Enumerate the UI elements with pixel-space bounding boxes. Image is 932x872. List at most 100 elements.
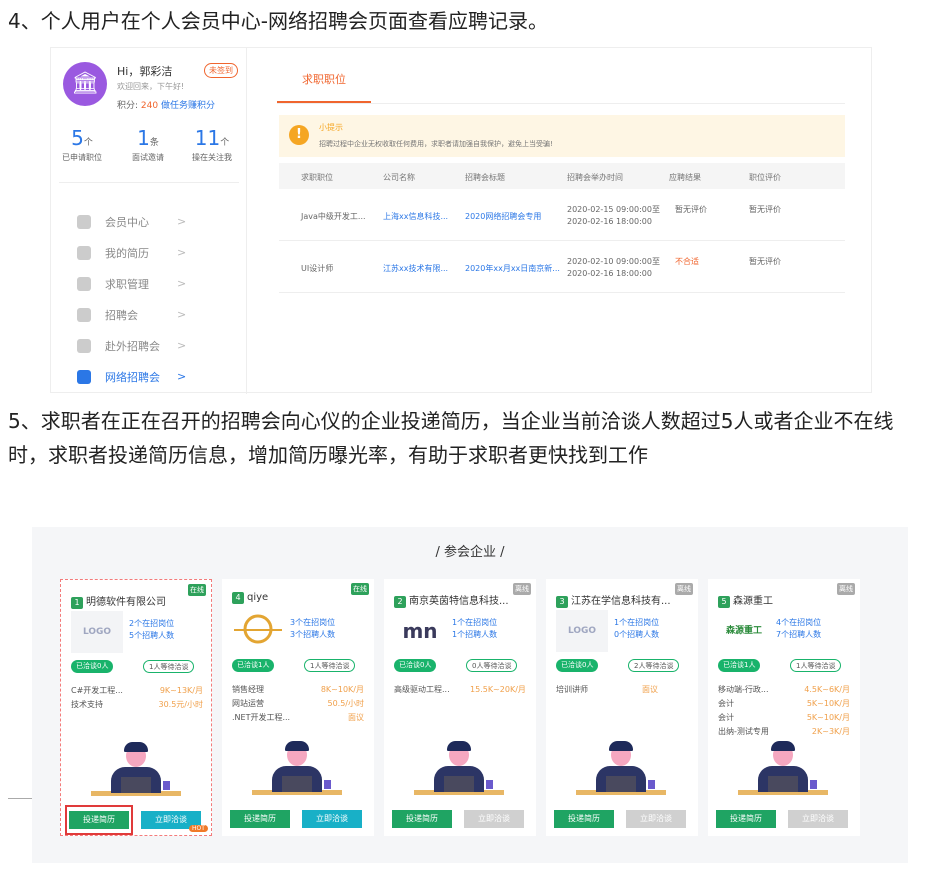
talked-badge: 已洽谈0人 [556,659,599,672]
document-icon [77,245,91,260]
sign-in-badge[interactable]: 未签到 [204,63,238,78]
job-list: 培训讲师 面议 [556,684,688,698]
sidebar-item-member-center[interactable]: 会员中心 > [77,206,186,237]
status-badge: 在线 [351,583,369,595]
company-name: 5 森源重工 [718,592,773,608]
welcome-text: 欢迎回来，下午好! [117,82,185,91]
waiting-badge: 2人等待洽谈 [628,659,680,672]
company-card[interactable]: 离线 3 江苏在学信息科技有... LOGO 1个在招岗位 0个招聘人数 已洽谈0… [546,579,698,836]
chevron-right-icon: > [177,339,187,352]
tip-text: 招聘过程中企业无权收取任何费用，求职者请加强自我保护，避免上当受骗! [319,140,553,148]
chevron-right-icon: > [177,215,187,228]
company-link[interactable]: 上海xx信息科技... [383,211,448,222]
list-item: .NET开发工程... 面议 [232,713,364,722]
tip-title: 小提示 [319,123,343,132]
bank-icon: 🏛 [63,62,107,106]
talked-badge: 已洽谈1人 [232,659,275,672]
list-item: 销售经理 8K~10K/月 [232,685,364,694]
waiting-badge: 0人等待洽谈 [466,659,518,672]
stat-interview[interactable]: 1条 面试邀请 [117,126,179,163]
company-link[interactable]: 江苏xx技术有限... [383,263,448,274]
recruiter-illustration [414,741,504,816]
chevron-right-icon: > [177,246,187,259]
step4-text: 4、个人用户在个人会员中心-网络招聘会页面查看应聘记录。 [8,9,548,33]
points-label: 积分: [117,101,139,111]
sidebar-item-outbound-fair[interactable]: 赴外招聘会 > [77,330,186,361]
people-icon [77,338,91,353]
table-row: Java中级开发工... 上海xx信息科技... 2020网络招聘会专用 202… [279,189,845,241]
company-logo [232,610,284,652]
stat-following[interactable]: 11个 操在关注我 [181,126,243,163]
tip-box: ! 小提示 招聘过程中企业无权收取任何费用，求职者请加强自我保护，避免上当受骗! [279,115,845,157]
company-logo: 森源重工 [718,610,770,652]
company-panel: / 参会企业 / 在线 1 明德软件有限公司 LOGO 2个在招岗位 5个招聘人数… [32,527,908,863]
submit-resume-button[interactable]: 投递简历 [230,810,290,828]
recruiter-illustration [576,741,666,816]
job-list: 高级驱动工程... 15.5K~20K/月 [394,684,526,698]
waiting-badge: 1人等待洽谈 [304,659,356,672]
company-name: 4 qiye [232,592,268,604]
user-icon [77,214,91,229]
submit-resume-button[interactable]: 投递简历 [716,810,776,828]
company-name: 2 南京英茵特信息科技... [394,592,509,608]
company-card[interactable]: 在线 1 明德软件有限公司 LOGO 2个在招岗位 5个招聘人数 已洽谈0人 1人… [60,579,212,836]
stat-applied[interactable]: 5个 已申请职位 [51,126,113,163]
recruiter-illustration [738,741,828,816]
sidebar-item-online-fair[interactable]: 网络招聘会 > [77,361,186,392]
list-item: 移动端-行政... 4.5K~6K/月 [718,685,850,694]
hot-badge: HOT [189,825,208,832]
job-list: C#开发工程... 9K~13K/月 技术支持 30.5元/小时 [71,685,203,713]
sidebar-item-resume[interactable]: 我的简历 > [77,237,186,268]
company-card[interactable]: 在线 4 qiye 3个在招岗位 3个招聘人数 已洽谈1人 1人等待洽谈 销售经理… [222,579,374,836]
list-item: 会计 5K~10K/月 [718,699,850,708]
status-badge: 离线 [675,583,693,595]
fair-link[interactable]: 2020网络招聘会专用 [465,211,541,222]
talked-badge: 已洽谈0人 [71,660,114,673]
company-logo: LOGO [71,611,123,653]
job-list: 销售经理 8K~10K/月 网站运营 50.5/小时 .NET开发工程... 面议 [232,684,364,726]
points-line: 积分: 240 做任务赚积分 [117,98,215,111]
fair-link[interactable]: 2020年xx月xx日南京新... [465,263,560,274]
people-icon [77,307,91,322]
greeting: Hi，郭彩洁 [117,65,173,78]
sidebar-menu: 会员中心 > 我的简历 > 求职管理 > 招聘会 > 赴外招聘会 > 网络招聘会 > [77,206,186,392]
chat-now-button[interactable]: 立即洽谈 [302,810,362,828]
list-item: 高级驱动工程... 15.5K~20K/月 [394,685,526,694]
people-icon [77,369,91,384]
chat-now-button[interactable]: 立即洽谈 [464,810,524,828]
list-item: 网站运营 50.5/小时 [232,699,364,708]
chevron-right-icon: > [177,308,187,321]
briefcase-icon [77,276,91,291]
status-badge: 离线 [513,583,531,595]
talked-badge: 已洽谈1人 [718,659,761,672]
list-item: 技术支持 30.5元/小时 [71,700,203,709]
stats: 5个 已申请职位 1条 面试邀请 11个 操在关注我 [51,126,247,172]
sidebar-item-job-fair[interactable]: 招聘会 > [77,299,186,330]
member-sidebar: 🏛 Hi，郭彩洁 未签到 欢迎回来，下午好! 积分: 240 做任务赚积分 5个… [51,48,247,394]
chevron-right-icon: > [177,277,187,290]
company-name: 3 江苏在学信息科技有... [556,592,671,608]
chat-now-button[interactable]: 立即洽谈 [788,810,848,828]
table-row: UI设计师 江苏xx技术有限... 2020年xx月xx日南京新... 2020… [279,241,845,293]
submit-resume-button[interactable]: 投递简历 [554,810,614,828]
tab-underline [277,103,845,104]
submit-resume-button[interactable]: 投递简历 [392,810,452,828]
talked-badge: 已洽谈0人 [394,659,437,672]
list-item: 会计 5K~10K/月 [718,713,850,722]
earn-points-link[interactable]: 做任务赚积分 [161,101,215,111]
list-item: C#开发工程... 9K~13K/月 [71,686,203,695]
company-card[interactable]: 离线 5 森源重工 森源重工 4个在招岗位 7个招聘人数 已洽谈1人 1人等待洽谈… [708,579,860,836]
sidebar-item-job-management[interactable]: 求职管理 > [77,268,186,299]
submit-resume-button[interactable]: 投递简历 [69,811,129,829]
member-center-screenshot: 🏛 Hi，郭彩洁 未签到 欢迎回来，下午好! 积分: 240 做任务赚积分 5个… [50,47,872,394]
company-card[interactable]: 离线 2 南京英茵特信息科技... mn 1个在招岗位 1个招聘人数 已洽谈0人 … [384,579,536,836]
waiting-badge: 1人等待洽谈 [790,659,842,672]
step5-text: 5、求职者在正在召开的招聘会向心仪的企业投递简历，当企业当前洽谈人数超过5人或者… [8,409,894,467]
chat-now-button[interactable]: 立即洽谈 [626,810,686,828]
list-item: 出纳-测试专用 2K~3K/月 [718,727,850,736]
panel-title: / 参会企业 / [435,545,505,560]
job-list: 移动端-行政... 4.5K~6K/月 会计 5K~10K/月 会计 5K~10K/月… [718,684,850,740]
divider [59,182,239,183]
company-name: 1 明德软件有限公司 [71,593,166,609]
tab-job-applications[interactable]: 求职职位 [277,71,371,103]
